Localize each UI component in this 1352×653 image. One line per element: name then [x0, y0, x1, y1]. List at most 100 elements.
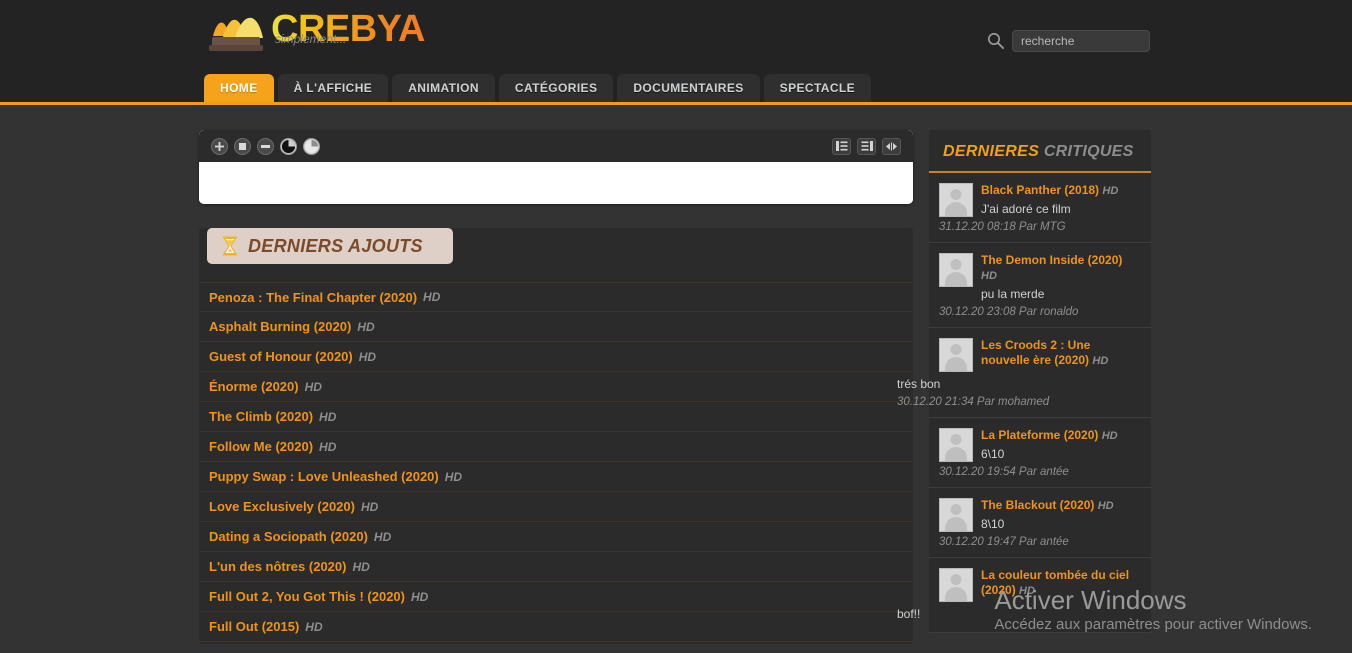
review-movie-name: The Blackout (2020): [981, 498, 1095, 512]
media-player-panel: [199, 130, 913, 204]
avatar: [939, 338, 973, 372]
movie-quality: HD: [305, 619, 323, 634]
content-container: DERNIERS AJOUTS Penoza : The Final Chapt…: [199, 130, 1151, 644]
page-body: DERNIERS AJOUTS Penoza : The Final Chapt…: [0, 105, 1352, 653]
review-meta: 30.12.20 19:47 Par antée: [939, 536, 1069, 548]
sidebar-column: DERNIERES CRITIQUES Black Panther (2018)…: [897, 130, 1151, 644]
review-movie-quality: HD: [1101, 430, 1118, 442]
list-item[interactable]: Follow Me (2020) HD: [199, 432, 913, 462]
review-item[interactable]: Les Croods 2 : Une nouvelle ère (2020) H…: [897, 328, 1151, 418]
site-logo[interactable]: CREBYA simplement...: [207, 6, 425, 56]
list-item[interactable]: Full Out (2015) HD: [199, 612, 913, 642]
movie-quality: HD: [423, 290, 441, 304]
movie-title: Asphalt Burning (2020): [209, 319, 352, 334]
search-box[interactable]: [986, 30, 1150, 52]
latest-additions-list: Penoza : The Final Chapter (2020) HD Asp…: [199, 282, 913, 642]
zoom-out-icon[interactable]: [257, 137, 274, 155]
review-movie-quality: HD: [981, 270, 997, 282]
layout-list-left-icon[interactable]: [832, 137, 851, 155]
movie-title: Follow Me (2020): [209, 439, 314, 454]
latest-additions-panel: DERNIERS AJOUTS Penoza : The Final Chapt…: [199, 228, 913, 644]
avatar: [939, 568, 973, 602]
stop-square-icon[interactable]: [234, 137, 251, 155]
list-item[interactable]: Puppy Swap : Love Unleashed (2020) HD: [199, 462, 913, 492]
list-item[interactable]: L'un des nôtres (2020) HD: [199, 552, 913, 582]
search-icon: [988, 33, 1004, 49]
review-comment: bof!!: [897, 607, 921, 621]
review-movie-quality: HD: [1019, 585, 1035, 597]
movie-quality: HD: [358, 349, 377, 364]
review-meta: 30.12.20 21:34 Par mohamed: [897, 396, 1050, 408]
movie-title: Full Out (2015): [209, 619, 300, 634]
latest-additions-title: DERNIERS AJOUTS: [248, 235, 423, 256]
contrast-dark-pie-icon[interactable]: [280, 137, 297, 155]
expand-horizontal-icon[interactable]: [882, 137, 901, 155]
review-meta: 30.12.20 23:08 Par ronaldo: [939, 306, 1079, 318]
review-comment: 6\10: [981, 447, 1005, 461]
list-item[interactable]: Asphalt Burning (2020) HD: [199, 312, 913, 342]
layout-list-right-icon[interactable]: [857, 137, 876, 155]
review-movie-title[interactable]: La couleur tombée du ciel (2020) HD: [981, 568, 1141, 599]
movie-quality: HD: [360, 499, 379, 514]
movie-quality: HD: [319, 439, 337, 454]
latest-reviews-header: DERNIERES CRITIQUES: [929, 130, 1151, 173]
opera-house-book-icon: [209, 17, 263, 51]
review-item[interactable]: La couleur tombée du ciel (2020) HD bof!…: [897, 558, 1151, 633]
review-comment: pu la merde: [981, 287, 1045, 301]
nav-tab-home[interactable]: HOME: [204, 74, 274, 102]
review-item[interactable]: La Plateforme (2020) HD 6\10 30.12.20 19…: [929, 418, 1151, 488]
review-movie-name: La couleur tombée du ciel (2020): [981, 568, 1130, 597]
review-movie-quality: HD: [1102, 185, 1119, 197]
list-item[interactable]: Guest of Honour (2020) HD: [199, 342, 913, 372]
nav-tab-categories[interactable]: CATÉGORIES: [498, 74, 614, 102]
reviews-title-word2: CRITIQUES: [1043, 143, 1134, 160]
movie-title: The Climb (2020): [209, 409, 314, 424]
main-navigation: HOME À L'AFFICHE ANIMATION CATÉGORIES DO…: [204, 74, 872, 102]
avatar: [939, 498, 973, 532]
list-item[interactable]: Love Exclusively (2020) HD: [199, 492, 913, 522]
movie-title: Dating a Sociopath (2020): [209, 529, 368, 544]
review-movie-name: Black Panther (2018): [981, 183, 1100, 197]
avatar: [939, 253, 973, 287]
review-movie-name: The Demon Inside (2020): [981, 253, 1123, 267]
review-comment: 8\10: [981, 517, 1005, 531]
nav-tab-a-laffiche[interactable]: À L'AFFICHE: [277, 74, 389, 102]
review-movie-title[interactable]: Les Croods 2 : Une nouvelle ère (2020) H…: [981, 338, 1141, 369]
search-input[interactable]: [1012, 30, 1150, 52]
movie-title: L'un des nôtres (2020): [209, 559, 347, 574]
list-item[interactable]: Full Out 2, You Got This ! (2020) HD: [199, 582, 913, 612]
review-movie-title[interactable]: The Blackout (2020) HD: [981, 498, 1141, 514]
review-movie-name: La Plateforme (2020): [981, 428, 1099, 442]
review-movie-title[interactable]: Black Panther (2018) HD: [981, 183, 1141, 199]
zoom-in-icon[interactable]: [211, 137, 228, 155]
review-item[interactable]: The Blackout (2020) HD 8\10 30.12.20 19:…: [929, 488, 1151, 558]
list-item[interactable]: The Climb (2020) HD: [199, 402, 913, 432]
nav-tab-animation[interactable]: ANIMATION: [392, 74, 495, 102]
list-item[interactable]: Dating a Sociopath (2020) HD: [199, 522, 913, 552]
review-item[interactable]: The Demon Inside (2020) HD pu la merde 3…: [929, 243, 1151, 328]
list-item[interactable]: Énorme (2020) HD: [199, 372, 913, 402]
hourglass-icon: [223, 236, 237, 256]
movie-quality: HD: [352, 559, 370, 574]
review-movie-title[interactable]: La Plateforme (2020) HD: [981, 428, 1141, 444]
nav-tab-documentaires[interactable]: DOCUMENTAIRES: [617, 74, 760, 102]
avatar: [939, 183, 973, 217]
player-video-stage[interactable]: [199, 162, 913, 204]
movie-title: Full Out 2, You Got This ! (2020): [209, 589, 405, 604]
list-item[interactable]: Penoza : The Final Chapter (2020) HD: [199, 282, 913, 312]
latest-additions-header: DERNIERS AJOUTS: [207, 228, 453, 264]
review-item[interactable]: Black Panther (2018) HD J'ai adoré ce fi…: [929, 173, 1151, 243]
movie-quality: HD: [410, 589, 429, 604]
movie-title: Love Exclusively (2020): [209, 499, 355, 514]
movie-title: Penoza : The Final Chapter (2020): [209, 289, 418, 305]
contrast-light-pie-icon[interactable]: [303, 137, 320, 155]
player-toolbar: [199, 130, 913, 162]
movie-title: Énorme (2020): [209, 379, 299, 394]
movie-quality: HD: [373, 529, 392, 544]
movie-quality: HD: [444, 469, 463, 484]
review-movie-quality: HD: [1092, 355, 1109, 367]
review-comment: trés bon: [897, 377, 941, 391]
movie-title: Puppy Swap : Love Unleashed (2020): [209, 469, 439, 484]
nav-tab-spectacle[interactable]: SPECTACLE: [763, 74, 872, 102]
review-movie-title[interactable]: The Demon Inside (2020) HD: [981, 253, 1141, 284]
